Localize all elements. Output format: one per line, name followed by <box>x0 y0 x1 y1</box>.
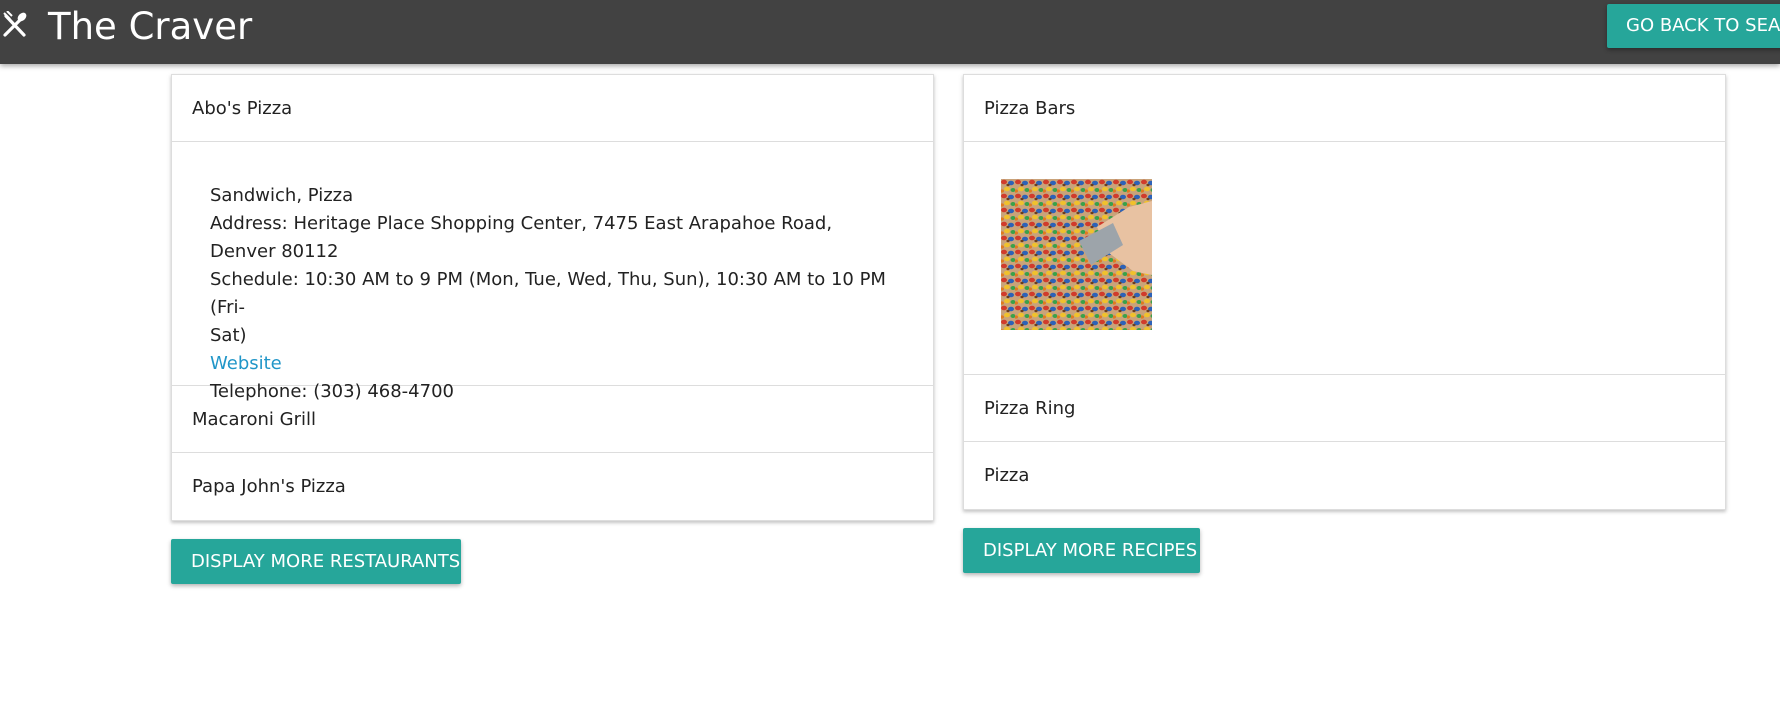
restaurant-address: Address: Heritage Place Shopping Center,… <box>210 213 833 262</box>
restaurant-schedule-continued: Sat) <box>210 325 247 346</box>
fork-knife-icon[interactable] <box>2 10 28 39</box>
go-back-to-search-button[interactable]: GO BACK TO SEARCH <box>1607 4 1780 48</box>
display-more-recipes-button[interactable]: DISPLAY MORE RECIPES <box>963 528 1200 573</box>
top-navbar: The Craver GO BACK TO SEARCH <box>0 0 1780 64</box>
restaurant-header[interactable]: Papa John's Pizza <box>172 453 933 520</box>
recipe-image <box>1001 179 1152 330</box>
restaurant-categories: Sandwich, Pizza <box>210 185 354 206</box>
restaurant-website-link[interactable]: Website <box>210 350 282 378</box>
restaurant-schedule: Schedule: 10:30 AM to 9 PM (Mon, Tue, We… <box>210 269 886 318</box>
recipe-header[interactable]: Pizza <box>964 442 1725 509</box>
restaurant-header[interactable]: Macaroni Grill <box>172 386 933 453</box>
restaurant-list: Abo's Pizza Sandwich, Pizza Address: Her… <box>171 74 934 521</box>
app-title[interactable]: The Craver <box>48 4 252 50</box>
display-more-restaurants-button[interactable]: DISPLAY MORE RESTAURANTS <box>171 539 461 584</box>
recipe-details <box>964 142 1725 375</box>
restaurant-header[interactable]: Abo's Pizza <box>172 75 933 142</box>
recipe-header[interactable]: Pizza Bars <box>964 75 1725 142</box>
recipe-list: Pizza Bars Pizza Ring Pizza <box>963 74 1726 510</box>
recipe-header[interactable]: Pizza Ring <box>964 375 1725 442</box>
restaurant-details: Sandwich, Pizza Address: Heritage Place … <box>172 142 933 402</box>
